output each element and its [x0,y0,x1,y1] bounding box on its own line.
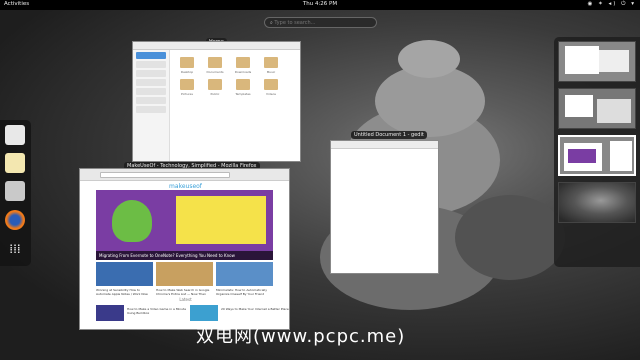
site-logo[interactable]: makeuseof [80,183,291,190]
folder-icon[interactable] [208,79,222,90]
gedit-header [331,141,438,149]
workspace-thumbnail[interactable] [558,88,636,129]
article-thumbnail[interactable] [156,262,213,286]
window-preview [565,46,599,74]
dash: ⁞⁞⁞ [0,120,31,266]
workspace-thumbnail[interactable] [558,41,636,82]
article-title[interactable]: Winning at Sensibility How to Automate A… [96,288,153,296]
hero-image[interactable] [96,190,273,260]
article-title[interactable]: How to Make Web Search in Google Chrome'… [156,288,213,296]
folder-icon[interactable] [236,79,250,90]
folder-name: Public [210,92,220,96]
latest-heading: Latest [179,297,192,302]
sidebar-item-home[interactable] [136,52,166,59]
folder-name: Templates [235,92,251,96]
files-icon[interactable] [5,125,25,145]
article-thumbnail [190,305,218,321]
firefox-icon[interactable] [5,210,25,230]
window-preview [599,50,629,72]
folder-icon[interactable] [208,57,222,68]
sidebar-item[interactable] [136,97,166,104]
workspace-thumbnail-active[interactable] [558,135,636,176]
article-title: How to Make a Video Game in a Minute Usi… [127,307,187,315]
show-apps-icon[interactable]: ⁞⁞⁞ [5,239,25,259]
sticky-notes-graphic [176,196,266,244]
folder-name: Videos [266,92,276,96]
folder-icon[interactable] [264,79,278,90]
gedit-icon[interactable] [5,153,25,173]
article-title: 20 Ways to Make Your Internet a Better P… [221,307,289,311]
article-thumbnail [96,305,124,321]
workspace-selector [554,37,640,267]
folder-icon[interactable] [236,57,250,68]
sidebar-item[interactable] [136,106,166,113]
article-thumbnail[interactable] [216,262,273,286]
article-title[interactable]: Minimalists: How to Automatically Organi… [216,288,273,296]
folder-name: Documents [206,70,224,74]
clock[interactable]: Thu 4:26 PM [0,1,640,7]
sidebar-item[interactable] [136,79,166,86]
window-preview [565,95,593,117]
evernote-elephant-icon [112,200,152,242]
firefox-toolbar [80,169,289,181]
top-bar: Activities Thu 4:26 PM ◉ ✶ ◂) ⏻ ▾ [0,0,640,10]
window-preview [568,149,596,163]
files-header [133,42,300,50]
search-icon: ⌕ [270,20,273,26]
search-input[interactable] [274,20,365,26]
folder-icon[interactable] [180,57,194,68]
system-tray[interactable]: ◉ ✶ ◂) ⏻ ▾ [588,1,636,8]
firefox-window[interactable]: makeuseof Migrating From Evernote to One… [79,168,290,330]
files-window[interactable]: Desktop Documents Downloads Music Pictur… [132,41,301,162]
folder-name: Pictures [181,92,193,96]
folder-name: Music [266,70,276,74]
sidebar-item[interactable] [136,70,166,77]
window-preview [610,141,632,171]
folder-name: Desktop [180,70,194,74]
folder-name: Downloads [234,70,252,74]
wallpaper-stone [398,40,460,78]
gedit-window[interactable] [330,140,439,274]
folder-icon[interactable] [180,79,194,90]
sidebar-item[interactable] [136,88,166,95]
window-label-gedit: Untitled Document 1 - gedit [351,131,427,139]
sidebar-item[interactable] [136,61,166,68]
files-sidebar [133,50,170,161]
window-preview [597,99,631,123]
list-item[interactable]: How to Make a Video Game in a Minute Usi… [96,305,196,321]
wallpaper-stone [455,195,565,280]
workspace-thumbnail-empty[interactable] [558,182,636,223]
hero-caption[interactable]: Migrating From Evernote to OneNote? Ever… [96,251,273,260]
list-item[interactable]: 20 Ways to Make Your Internet a Better P… [190,305,290,321]
folder-icon[interactable] [264,57,278,68]
impress-icon[interactable] [5,181,25,201]
article-thumbnail[interactable] [96,262,153,286]
search-box[interactable]: ⌕ [264,17,377,28]
url-bar[interactable] [100,172,230,178]
watermark-text: 双电网(www.pcpc.me) [196,326,406,347]
